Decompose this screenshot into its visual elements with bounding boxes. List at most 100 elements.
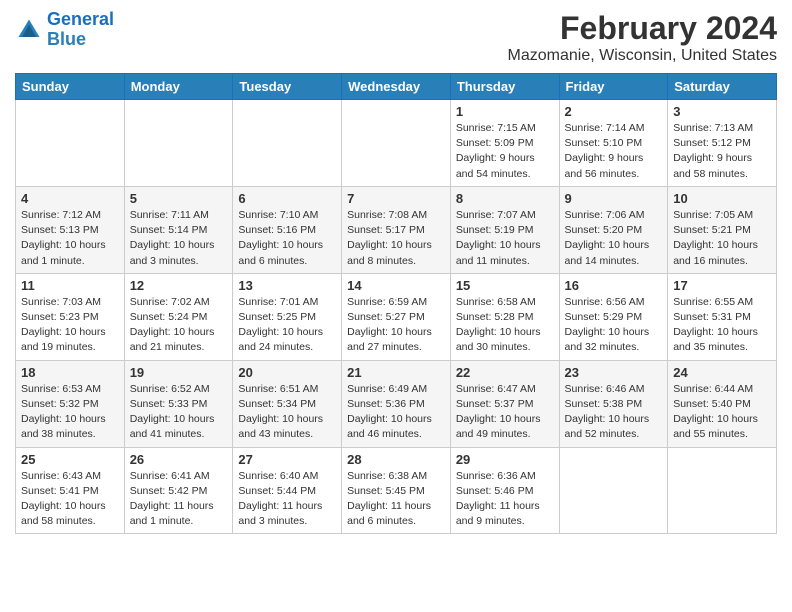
day-number: 2 [565,104,663,119]
logo: General Blue [15,10,114,50]
logo-icon [15,16,43,44]
day-info: Sunrise: 6:47 AM Sunset: 5:37 PM Dayligh… [456,382,554,443]
header: General Blue February 2024 Mazomanie, Wi… [15,10,777,65]
logo-line2: Blue [47,29,86,49]
day-number: 21 [347,365,445,380]
day-number: 29 [456,452,554,467]
calendar-cell: 14 Sunrise: 6:59 AM Sunset: 5:27 PM Dayli… [342,273,451,360]
day-number: 14 [347,278,445,293]
day-info: Sunrise: 6:52 AM Sunset: 5:33 PM Dayligh… [130,382,228,443]
calendar: SundayMondayTuesdayWednesdayThursdayFrid… [15,73,777,534]
calendar-cell: 9Sunrise: 7:06 AM Sunset: 5:20 PM Daylig… [559,186,668,273]
day-info: Sunrise: 6:46 AM Sunset: 5:38 PM Dayligh… [565,382,663,443]
calendar-cell: 3Sunrise: 7:13 AM Sunset: 5:12 PM Daylig… [668,100,777,187]
calendar-cell: 20 Sunrise: 6:51 AM Sunset: 5:34 PM Dayli… [233,360,342,447]
day-info: Sunrise: 7:05 AM Sunset: 5:21 PM Dayligh… [673,208,771,269]
day-info: Sunrise: 7:14 AM Sunset: 5:10 PM Dayligh… [565,121,663,182]
day-info: Sunrise: 7:12 AM Sunset: 5:13 PM Dayligh… [21,208,119,269]
calendar-header-wednesday: Wednesday [342,74,451,100]
day-info: Sunrise: 7:15 AM Sunset: 5:09 PM Dayligh… [456,121,554,182]
day-number: 13 [238,278,336,293]
day-number: 4 [21,191,119,206]
calendar-cell: 12Sunrise: 7:02 AM Sunset: 5:24 PM Dayli… [124,273,233,360]
day-info: Sunrise: 7:07 AM Sunset: 5:19 PM Dayligh… [456,208,554,269]
calendar-cell: 29Sunrise: 6:36 AM Sunset: 5:46 PM Dayli… [450,447,559,534]
day-info: Sunrise: 6:55 AM Sunset: 5:31 PM Dayligh… [673,295,771,356]
day-number: 11 [21,278,119,293]
day-info: Sunrise: 6:41 AM Sunset: 5:42 PM Dayligh… [130,469,228,530]
calendar-cell: 22 Sunrise: 6:47 AM Sunset: 5:37 PM Dayli… [450,360,559,447]
calendar-cell: 27Sunrise: 6:40 AM Sunset: 5:44 PM Dayli… [233,447,342,534]
day-number: 28 [347,452,445,467]
main-title: February 2024 [508,10,777,47]
week-row-4: 18 Sunrise: 6:53 AM Sunset: 5:32 PM Dayli… [16,360,777,447]
day-info: Sunrise: 6:40 AM Sunset: 5:44 PM Dayligh… [238,469,336,530]
week-row-3: 11 Sunrise: 7:03 AM Sunset: 5:23 PM Dayli… [16,273,777,360]
calendar-header-tuesday: Tuesday [233,74,342,100]
day-number: 7 [347,191,445,206]
calendar-cell: 17 Sunrise: 6:55 AM Sunset: 5:31 PM Dayli… [668,273,777,360]
calendar-cell: 24 Sunrise: 6:44 AM Sunset: 5:40 PM Dayli… [668,360,777,447]
page: General Blue February 2024 Mazomanie, Wi… [0,0,792,612]
calendar-header-monday: Monday [124,74,233,100]
day-number: 5 [130,191,228,206]
calendar-header-sunday: Sunday [16,74,125,100]
day-number: 18 [21,365,119,380]
calendar-cell: 6Sunrise: 7:10 AM Sunset: 5:16 PM Daylig… [233,186,342,273]
day-number: 1 [456,104,554,119]
day-number: 23 [565,365,663,380]
calendar-cell: 19 Sunrise: 6:52 AM Sunset: 5:33 PM Dayli… [124,360,233,447]
day-number: 17 [673,278,771,293]
calendar-cell [16,100,125,187]
calendar-cell: 13 Sunrise: 7:01 AM Sunset: 5:25 PM Dayli… [233,273,342,360]
calendar-cell [233,100,342,187]
day-number: 12 [130,278,228,293]
day-number: 20 [238,365,336,380]
logo-text: General Blue [47,10,114,50]
calendar-cell: 28 Sunrise: 6:38 AM Sunset: 5:45 PM Dayli… [342,447,451,534]
day-number: 16 [565,278,663,293]
day-info: Sunrise: 6:51 AM Sunset: 5:34 PM Dayligh… [238,382,336,443]
logo-line1: General [47,9,114,29]
day-number: 26 [130,452,228,467]
calendar-cell: 10 Sunrise: 7:05 AM Sunset: 5:21 PM Dayli… [668,186,777,273]
subtitle: Mazomanie, Wisconsin, United States [508,47,777,65]
day-info: Sunrise: 7:10 AM Sunset: 5:16 PM Dayligh… [238,208,336,269]
calendar-cell: 21 Sunrise: 6:49 AM Sunset: 5:36 PM Dayli… [342,360,451,447]
day-number: 24 [673,365,771,380]
day-number: 9 [565,191,663,206]
calendar-cell: 25 Sunrise: 6:43 AM Sunset: 5:41 PM Dayli… [16,447,125,534]
calendar-cell [559,447,668,534]
day-info: Sunrise: 7:01 AM Sunset: 5:25 PM Dayligh… [238,295,336,356]
calendar-header-friday: Friday [559,74,668,100]
day-number: 10 [673,191,771,206]
day-info: Sunrise: 6:53 AM Sunset: 5:32 PM Dayligh… [21,382,119,443]
calendar-cell: 1 Sunrise: 7:15 AM Sunset: 5:09 PM Daylig… [450,100,559,187]
day-info: Sunrise: 6:58 AM Sunset: 5:28 PM Dayligh… [456,295,554,356]
day-info: Sunrise: 7:13 AM Sunset: 5:12 PM Dayligh… [673,121,771,182]
calendar-cell: 16 Sunrise: 6:56 AM Sunset: 5:29 PM Dayli… [559,273,668,360]
day-info: Sunrise: 6:59 AM Sunset: 5:27 PM Dayligh… [347,295,445,356]
calendar-cell: 18 Sunrise: 6:53 AM Sunset: 5:32 PM Dayli… [16,360,125,447]
day-info: Sunrise: 6:43 AM Sunset: 5:41 PM Dayligh… [21,469,119,530]
day-info: Sunrise: 7:03 AM Sunset: 5:23 PM Dayligh… [21,295,119,356]
day-number: 19 [130,365,228,380]
day-info: Sunrise: 6:38 AM Sunset: 5:45 PM Dayligh… [347,469,445,530]
week-row-2: 4 Sunrise: 7:12 AM Sunset: 5:13 PM Daylig… [16,186,777,273]
day-info: Sunrise: 6:56 AM Sunset: 5:29 PM Dayligh… [565,295,663,356]
calendar-cell: 7 Sunrise: 7:08 AM Sunset: 5:17 PM Daylig… [342,186,451,273]
calendar-cell [342,100,451,187]
calendar-cell: 26 Sunrise: 6:41 AM Sunset: 5:42 PM Dayli… [124,447,233,534]
day-info: Sunrise: 6:49 AM Sunset: 5:36 PM Dayligh… [347,382,445,443]
day-info: Sunrise: 6:44 AM Sunset: 5:40 PM Dayligh… [673,382,771,443]
calendar-cell: 5Sunrise: 7:11 AM Sunset: 5:14 PM Daylig… [124,186,233,273]
calendar-header-row: SundayMondayTuesdayWednesdayThursdayFrid… [16,74,777,100]
calendar-cell: 4 Sunrise: 7:12 AM Sunset: 5:13 PM Daylig… [16,186,125,273]
day-number: 15 [456,278,554,293]
calendar-cell: 2 Sunrise: 7:14 AM Sunset: 5:10 PM Daylig… [559,100,668,187]
calendar-cell: 15 Sunrise: 6:58 AM Sunset: 5:28 PM Dayli… [450,273,559,360]
day-number: 22 [456,365,554,380]
calendar-header-saturday: Saturday [668,74,777,100]
day-number: 25 [21,452,119,467]
day-info: Sunrise: 7:08 AM Sunset: 5:17 PM Dayligh… [347,208,445,269]
